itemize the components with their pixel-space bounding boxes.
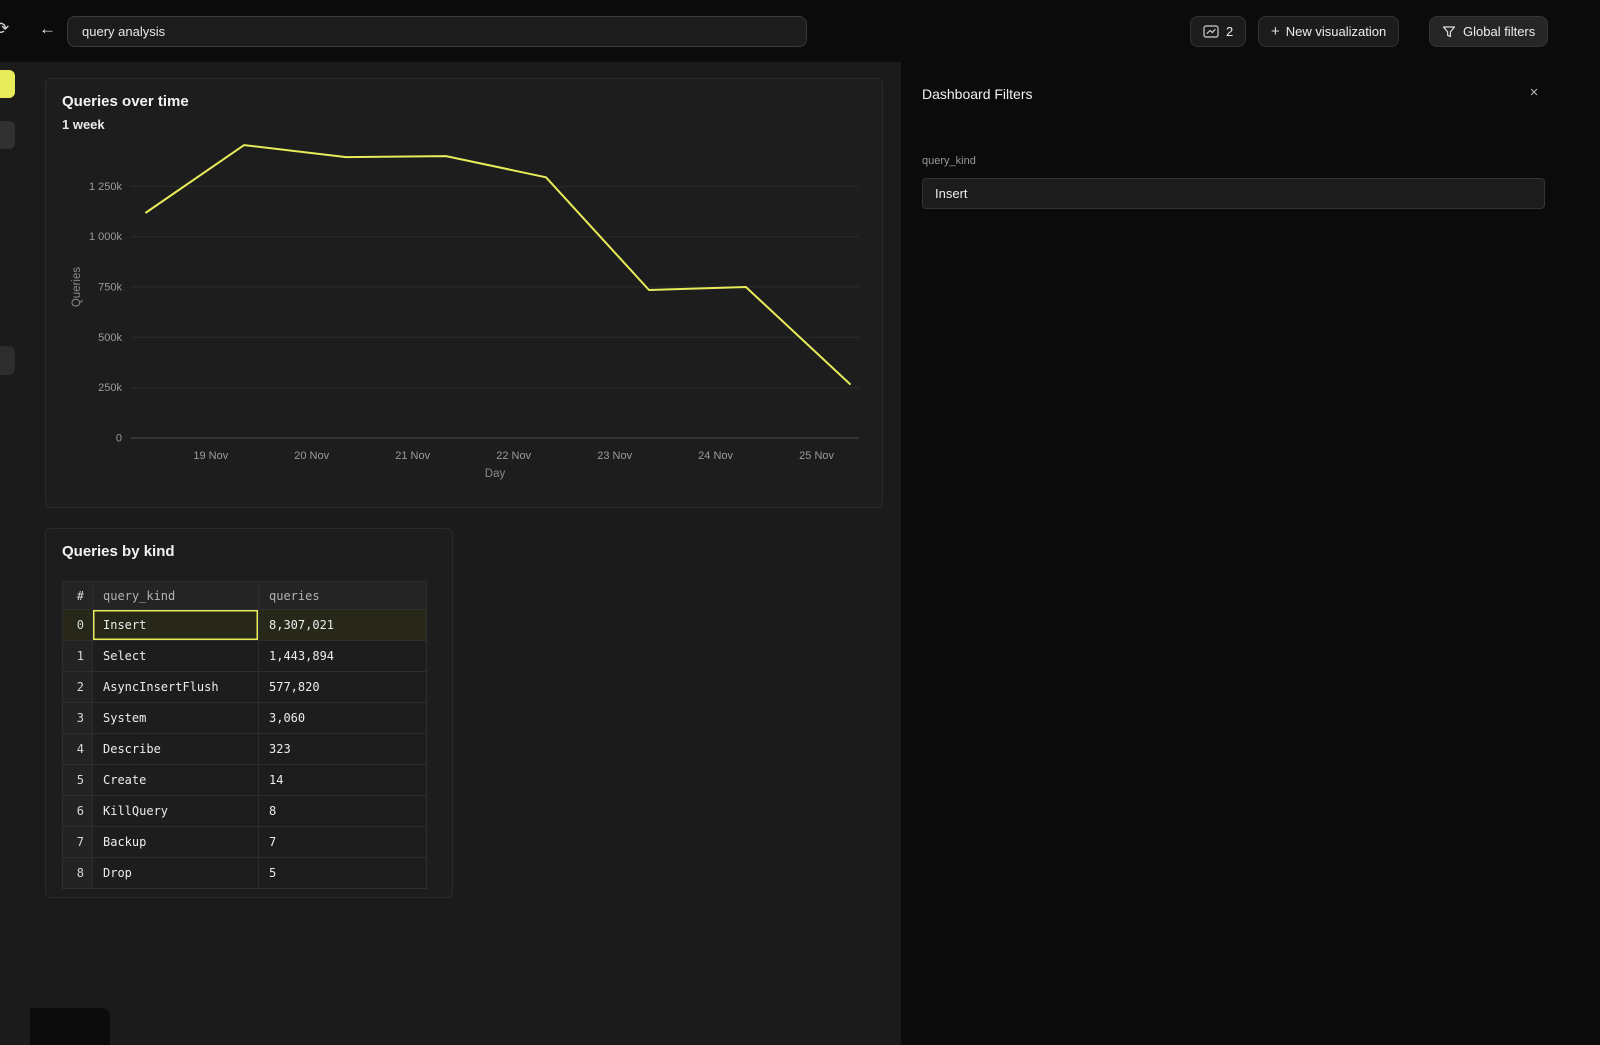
query-kind-cell[interactable]: KillQuery [93,796,259,827]
query-kind-filter-input[interactable] [922,178,1545,209]
bottom-left-panel [30,1008,110,1045]
close-icon[interactable]: × [1523,82,1545,104]
query-kind-cell[interactable]: System [93,703,259,734]
queries-cell: 7 [259,827,427,858]
row-index-cell: 0 [63,610,93,641]
new-visualization-button[interactable]: + New visualization [1258,16,1399,47]
table-row[interactable]: 7Backup7 [63,827,427,858]
y-tick-label: 0 [116,433,122,445]
y-tick-label: 750k [98,282,122,294]
queries-line-chart: 0 250k 500k 750k 1 000k 1 250k 19 Nov 20 Nov 21 … [46,79,884,509]
query-kind-cell[interactable]: Select [93,641,259,672]
queries-table-body: 0Insert8,307,0211Select1,443,8942AsyncIn… [63,610,427,889]
x-tick-label: 24 Nov [698,450,733,462]
y-tick-label: 500k [98,332,122,344]
filter-field-label: query_kind [922,155,976,167]
row-index-cell: 7 [63,827,93,858]
query-kind-cell[interactable]: AsyncInsertFlush [93,672,259,703]
main-content: Queries over time 1 week 0250k500k750k1 … [0,62,901,1045]
query-kind-cell[interactable]: Create [93,765,259,796]
table-row[interactable]: 0Insert8,307,021 [63,610,427,641]
y-axis-title: Queries [71,267,83,308]
queries-cell: 8 [259,796,427,827]
table-row[interactable]: 5Create14 [63,765,427,796]
refresh-icon[interactable]: ⟳ [0,19,9,39]
column-header-index[interactable]: # [63,582,93,610]
visualizations-count-button[interactable]: 2 [1190,16,1246,47]
y-tick-label: 250k [98,382,122,394]
visualizations-count: 2 [1226,24,1233,39]
sidebar-item[interactable] [0,346,15,375]
queries-cell: 8,307,021 [259,610,427,641]
queries-by-kind-card: Queries by kind # query_kind queries 0In… [45,528,453,898]
queries-over-time-card: Queries over time 1 week 0250k500k750k1 … [45,78,883,508]
plus-icon: + [1271,23,1280,40]
x-tick-label: 22 Nov [496,450,531,462]
queries-cell: 3,060 [259,703,427,734]
global-filters-button[interactable]: Global filters [1429,16,1548,47]
table-row[interactable]: 2AsyncInsertFlush577,820 [63,672,427,703]
query-kind-cell[interactable]: Insert [93,610,259,641]
row-index-cell: 5 [63,765,93,796]
global-filters-label: Global filters [1463,24,1535,39]
row-index-cell: 1 [63,641,93,672]
table-row[interactable]: 3System3,060 [63,703,427,734]
series-line [146,145,850,384]
row-index-cell: 8 [63,858,93,889]
new-visualization-label: New visualization [1286,24,1386,39]
queries-cell: 323 [259,734,427,765]
sidebar-item-active[interactable] [0,70,15,98]
visualization-frame-icon [1203,25,1219,38]
table-header-row: # query_kind queries [63,582,427,610]
queries-cell: 1,443,894 [259,641,427,672]
y-tick-label: 1 250k [89,181,123,193]
filters-panel-title: Dashboard Filters [922,86,1033,102]
queries-cell: 14 [259,765,427,796]
query-kind-cell[interactable]: Describe [93,734,259,765]
column-header-query-kind[interactable]: query_kind [93,582,259,610]
sidebar-item[interactable] [0,121,15,149]
table-row[interactable]: 4Describe323 [63,734,427,765]
queries-by-kind-table: # query_kind queries 0Insert8,307,0211Se… [62,581,427,889]
dashboard-filters-panel: Dashboard Filters × query_kind [901,62,1600,1045]
table-row[interactable]: 1Select1,443,894 [63,641,427,672]
x-tick-label: 25 Nov [799,450,834,462]
queries-cell: 5 [259,858,427,889]
x-tick-label: 21 Nov [395,450,430,462]
x-tick-label: 20 Nov [294,450,329,462]
topbar: ⟳ ← 2 + New visualization Global filters [0,0,1600,62]
y-tick-label: 1 000k [89,231,123,243]
row-index-cell: 6 [63,796,93,827]
table-row[interactable]: 8Drop5 [63,858,427,889]
query-kind-cell[interactable]: Backup [93,827,259,858]
dashboard-title-input[interactable] [67,16,807,47]
x-axis-title: Day [485,468,506,480]
row-index-cell: 2 [63,672,93,703]
row-index-cell: 3 [63,703,93,734]
row-index-cell: 4 [63,734,93,765]
column-header-queries[interactable]: queries [259,582,427,610]
x-tick-label: 19 Nov [193,450,228,462]
x-tick-label: 23 Nov [597,450,632,462]
queries-cell: 577,820 [259,672,427,703]
query-kind-cell[interactable]: Drop [93,858,259,889]
table-row[interactable]: 6KillQuery8 [63,796,427,827]
filter-funnel-icon [1442,25,1456,39]
table-title: Queries by kind [62,543,175,560]
back-arrow-icon[interactable]: ← [39,19,56,39]
